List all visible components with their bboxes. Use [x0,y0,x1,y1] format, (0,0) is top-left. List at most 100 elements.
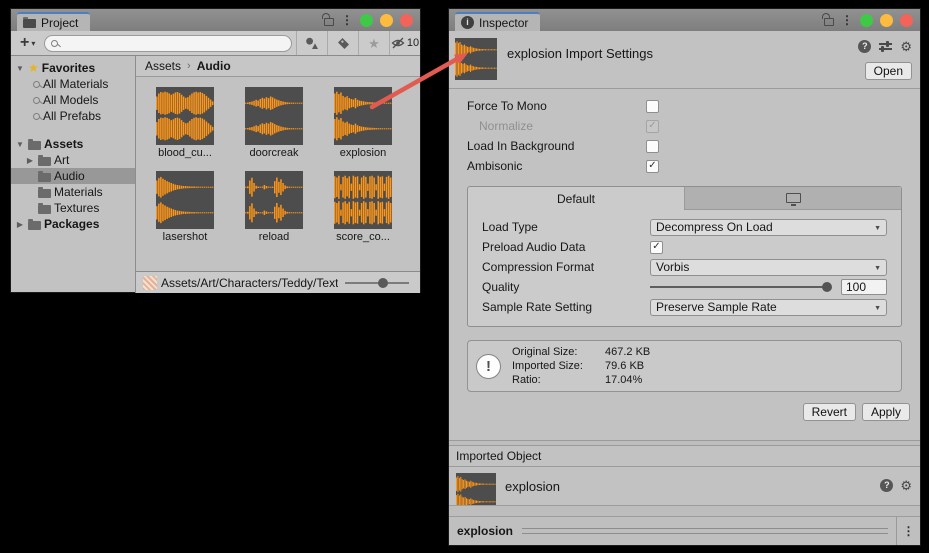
info-label: Ratio: [512,373,605,387]
foldout-caret-icon[interactable]: ▶ [25,156,35,165]
header-icons: ? ⚙ [858,40,912,53]
slider-knob[interactable] [378,278,388,288]
dropdown-value: Vorbis [656,260,689,274]
asset-tile-reload[interactable]: reload [245,171,303,243]
sidebar-item-all-prefabs[interactable]: All Prefabs [11,108,135,124]
lock-icon[interactable] [324,18,334,26]
foldout-caret-icon[interactable]: ▶ [15,220,25,229]
load-in-background-checkbox[interactable] [646,140,659,153]
sidebar-item-textures[interactable]: ▶ Textures [11,200,135,216]
preview-menu-button[interactable]: ⋮ [896,517,920,545]
kebab-menu-icon[interactable]: ⋮ [841,14,853,26]
asset-tile-blood[interactable]: blood_cu... [156,87,214,159]
presets-icon[interactable] [879,41,892,52]
breadcrumb-current[interactable]: Audio [197,59,231,73]
preload-audio-checkbox[interactable] [650,241,663,254]
sample-rate-dropdown[interactable]: Preserve Sample Rate [650,299,887,316]
create-asset-button[interactable]: + ▾ [15,31,40,55]
ambisonic-checkbox[interactable] [646,160,659,173]
asset-tile-explosion[interactable]: explosion [334,87,392,159]
apply-button[interactable]: Apply [862,403,910,421]
sidebar-item-audio[interactable]: ▶ Audio [11,168,135,184]
star-icon: ★ [28,62,39,74]
hidden-count-button[interactable]: 10 [389,31,420,55]
search-input[interactable] [62,36,285,50]
asset-name: lasershot [163,231,208,243]
sidebar-item-all-models[interactable]: All Models [11,92,135,108]
foldout-caret-icon[interactable]: ▼ [15,64,25,73]
slider-knob[interactable] [822,282,832,292]
traffic-light-yellow[interactable] [880,14,893,27]
info-icon: i [461,16,474,29]
force-to-mono-checkbox[interactable] [646,100,659,113]
info-label: Original Size: [512,345,605,359]
sidebar-item-favorites[interactable]: ▼ ★ Favorites [11,60,135,76]
imported-object-label: Imported Object [456,449,541,463]
eye-hidden-icon [391,37,406,49]
inspector-tabbar: i Inspector ⋮ [449,9,920,31]
traffic-light-green[interactable] [860,14,873,27]
lock-icon[interactable] [824,18,834,26]
monitor-icon [786,193,801,203]
gear-icon[interactable]: ⚙ [900,40,912,53]
favorites-filter-button[interactable]: ★ [358,31,389,55]
asset-name: explosion [340,147,386,159]
sidebar-label: All Models [43,93,98,107]
sidebar-item-all-materials[interactable]: All Materials [11,76,135,92]
size-info-rows: Original Size: 467.2 KB Imported Size: 7… [512,345,650,387]
gear-icon[interactable]: ⚙ [900,479,912,492]
field-label: Compression Format [482,260,650,274]
sidebar-item-packages[interactable]: ▶ Packages [11,216,135,232]
sidebar-label: Textures [54,201,99,215]
traffic-light-green[interactable] [360,14,373,27]
sidebar-label: Favorites [42,61,95,75]
setting-label: Ambisonic [467,159,646,173]
load-type-dropdown[interactable]: Decompress On Load [650,219,887,236]
breadcrumb-root[interactable]: Assets [145,59,181,73]
folder-icon [38,157,51,166]
compression-format-dropdown[interactable]: Vorbis [650,259,887,276]
search-by-type-button[interactable] [296,31,327,55]
revert-button[interactable]: Revert [803,403,856,421]
chevron-down-icon: ▾ [31,39,35,48]
folder-icon [38,189,51,198]
sidebar-item-assets[interactable]: ▼ Assets [11,136,135,152]
search-by-label-button[interactable] [327,31,358,55]
help-icon[interactable]: ? [858,40,871,53]
quality-value-field[interactable]: 100 [841,279,887,295]
audio-waveform-thumbnail [245,171,303,229]
asset-tile-lasershot[interactable]: lasershot [156,171,214,243]
folder-icon [38,205,51,214]
tab-inspector[interactable]: i Inspector [455,12,540,31]
thumbnail-zoom-slider[interactable] [345,282,409,284]
platform-tabs: Default [468,187,901,210]
drag-handle-lines[interactable] [522,528,888,534]
sidebar-item-materials[interactable]: ▶ Materials [11,184,135,200]
quality-slider[interactable] [650,286,831,288]
traffic-light-red[interactable] [900,14,913,27]
help-icon[interactable]: ? [880,479,893,492]
tag-icon [337,37,350,50]
tab-standalone-platform[interactable] [685,187,901,210]
search-icon [33,97,40,104]
info-value: 17.04% [605,373,642,387]
preview-separator[interactable] [449,505,920,517]
project-toolbar: + ▾ ★ 10 [11,31,420,56]
sidebar-item-art[interactable]: ▶ Art [11,152,135,168]
tab-project[interactable]: Project [17,12,90,31]
info-label: Imported Size: [512,359,605,373]
traffic-light-red[interactable] [400,14,413,27]
search-field[interactable] [44,35,292,52]
sidebar-label: All Prefabs [43,109,101,123]
asset-name: blood_cu... [158,147,212,159]
asset-tile-score[interactable]: score_co... [334,171,392,243]
open-button[interactable]: Open [865,62,912,80]
foldout-caret-icon[interactable]: ▼ [15,140,25,149]
import-size-info-box: ! Original Size: 467.2 KB Imported Size:… [467,340,902,392]
traffic-light-yellow[interactable] [380,14,393,27]
info-row: Imported Size: 79.6 KB [512,359,650,373]
setting-label: Load In Background [467,139,646,153]
asset-tile-doorcreak[interactable]: doorcreak [245,87,303,159]
kebab-menu-icon[interactable]: ⋮ [341,14,353,26]
tab-default-platform[interactable]: Default [468,187,685,210]
